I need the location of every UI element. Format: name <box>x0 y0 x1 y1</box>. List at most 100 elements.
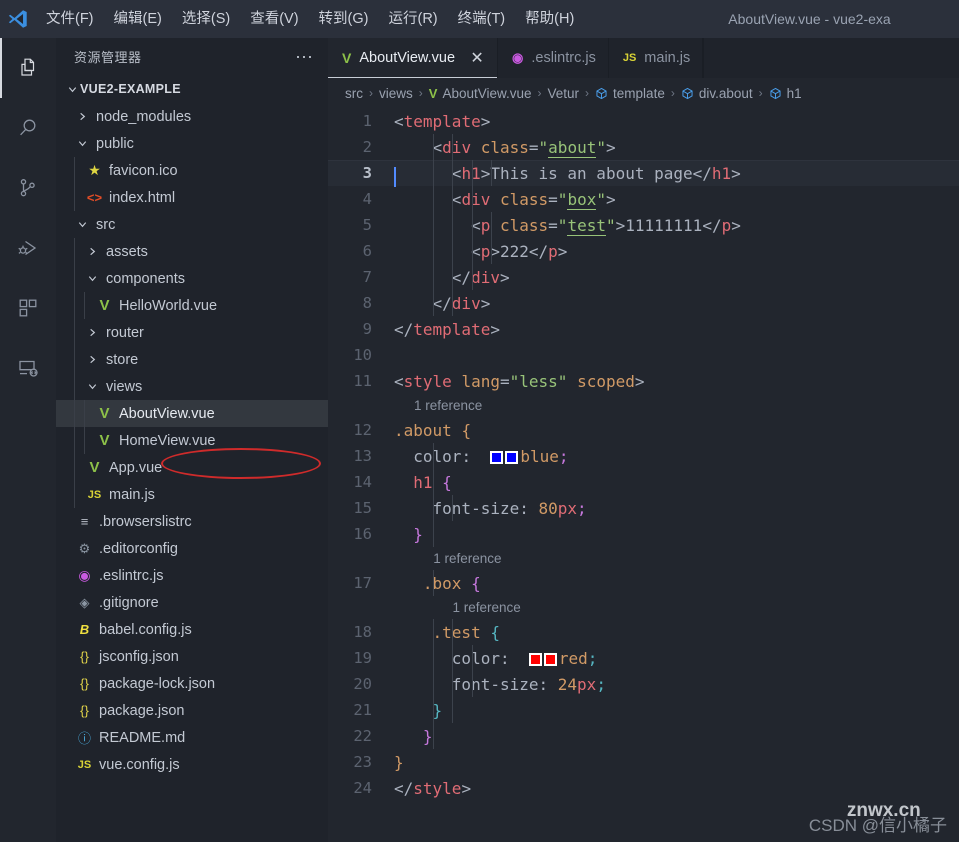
breadcrumb-item-div-about[interactable]: div.about <box>681 86 753 101</box>
menu-terminal[interactable]: 终端(T) <box>448 0 516 38</box>
menu-go[interactable]: 转到(G) <box>309 0 379 38</box>
breadcrumb-item-h1[interactable]: h1 <box>769 86 802 101</box>
code-line[interactable]: 8 </div> <box>328 290 959 316</box>
tree-item-readme-md[interactable]: ⓘ README.md <box>56 724 328 751</box>
tree-item-homeview-vue[interactable]: V HomeView.vue <box>56 427 328 454</box>
breadcrumb-item-views[interactable]: views <box>379 86 413 101</box>
vue-icon: V <box>99 405 110 422</box>
code-line[interactable]: 18 .test { <box>328 619 959 645</box>
chevron-down-icon <box>84 273 100 284</box>
breadcrumb-item-vetur[interactable]: Vetur <box>548 86 580 101</box>
line-number: 18 <box>353 623 372 641</box>
code-line[interactable]: 19 color: red; <box>328 645 959 671</box>
code-line[interactable]: 23} <box>328 749 959 775</box>
explorer-root-folder[interactable]: VUE2-EXAMPLE <box>56 75 328 103</box>
tree-item-helloworld-vue[interactable]: V HelloWorld.vue <box>56 292 328 319</box>
tree-item-label: public <box>96 135 134 152</box>
code-line[interactable]: 14 h1 { <box>328 469 959 495</box>
breadcrumb-item-file[interactable]: V AboutView.vue <box>429 86 532 101</box>
code-line[interactable]: 16 } <box>328 521 959 547</box>
tree-item-aboutview-vue[interactable]: V AboutView.vue <box>56 400 328 427</box>
indent-guide <box>490 238 492 264</box>
tree-item-gitignore[interactable]: ◈ .gitignore <box>56 589 328 616</box>
code-line[interactable]: 9 </template> <box>328 316 959 342</box>
code-line[interactable]: 11 <style lang="less" scoped> <box>328 368 959 394</box>
tree-item-editorconfig[interactable]: ⚙ .editorconfig <box>56 535 328 562</box>
code-content[interactable]: 1<template>2 <div class="about">3 <h1>Th… <box>328 108 959 842</box>
tree-item-label: babel.config.js <box>99 621 192 638</box>
tree-item-jsconfig-json[interactable]: {} jsconfig.json <box>56 643 328 670</box>
tree-item-index-html[interactable]: <> index.html <box>56 184 328 211</box>
code-line[interactable]: 10 <box>328 342 959 368</box>
activity-extensions-button[interactable] <box>0 278 56 338</box>
codelens-reference-link[interactable]: 1 reference <box>414 398 482 413</box>
activity-run-debug-button[interactable] <box>0 218 56 278</box>
code-line[interactable]: 4 <div class="box"> <box>328 186 959 212</box>
indent-guide <box>471 264 473 290</box>
tab-aboutview-vue[interactable]: V AboutView.vue ✕ <box>328 38 499 78</box>
menu-file[interactable]: 文件(F) <box>36 0 104 38</box>
ellipsis-icon[interactable]: ⋯ <box>295 48 314 66</box>
code-line[interactable]: 22 } <box>328 723 959 749</box>
code-line[interactable]: 7 </div> <box>328 264 959 290</box>
code-line[interactable]: 1 <template> <box>328 108 959 134</box>
tree-item-src[interactable]: src <box>56 211 328 238</box>
code-line[interactable]: 5 <p class="test">11111111</p> <box>328 212 959 238</box>
tree-item-public[interactable]: public <box>56 130 328 157</box>
indent-guide <box>84 427 85 454</box>
tree-item-label: favicon.ico <box>109 162 178 179</box>
tree-item-main-js[interactable]: JS main.js <box>56 481 328 508</box>
tree-item-router[interactable]: router <box>56 319 328 346</box>
tree-item-node-modules[interactable]: node_modules <box>56 103 328 130</box>
code-text: color: blue; <box>413 446 569 466</box>
menu-edit[interactable]: 编辑(E) <box>104 0 172 38</box>
code-line[interactable]: 20 font-size: 24px; <box>328 671 959 697</box>
code-line[interactable]: 13 color: blue; <box>328 443 959 469</box>
breadcrumb-separator: › <box>585 86 590 100</box>
activity-source-control-button[interactable] <box>0 158 56 218</box>
tree-item-browserslistrc[interactable]: ≡ .browserslistrc <box>56 508 328 535</box>
code-line[interactable]: 17 .box { <box>328 570 959 596</box>
chevron-right-icon <box>74 111 90 122</box>
activity-search-button[interactable] <box>0 98 56 158</box>
menu-bar[interactable]: 文件(F) 编辑(E) 选择(S) 查看(V) 转到(G) 运行(R) 终端(T… <box>36 0 584 38</box>
code-line[interactable]: 12 .about { <box>328 417 959 443</box>
activity-explorer-button[interactable] <box>0 38 56 98</box>
code-line[interactable]: 6 <p>222</p> <box>328 238 959 264</box>
code-line[interactable]: 2 <div class="about"> <box>328 134 959 160</box>
breadcrumb-separator: › <box>537 86 542 100</box>
tree-item-store[interactable]: store <box>56 346 328 373</box>
explorer-root-label: VUE2-EXAMPLE <box>80 82 181 96</box>
codelens-reference-link[interactable]: 1 reference <box>452 600 520 615</box>
close-icon[interactable]: ✕ <box>469 48 485 68</box>
tree-item-package-json[interactable]: {} package.json <box>56 697 328 724</box>
tree-item-assets[interactable]: assets <box>56 238 328 265</box>
tree-item-views[interactable]: views <box>56 373 328 400</box>
codelens-reference-link[interactable]: 1 reference <box>433 551 501 566</box>
code-line[interactable]: 24 </style> <box>328 775 959 801</box>
tree-item-app-vue[interactable]: V App.vue <box>56 454 328 481</box>
menu-selection[interactable]: 选择(S) <box>172 0 240 38</box>
tab-main-js[interactable]: JS main.js <box>608 38 704 78</box>
breadcrumb-item-template[interactable]: template <box>595 86 665 101</box>
tree-item-vue-config-js[interactable]: JS vue.config.js <box>56 751 328 778</box>
indent-guide <box>471 645 473 671</box>
tree-item-eslintrc-js[interactable]: ◉ .eslintrc.js <box>56 562 328 589</box>
menu-run[interactable]: 运行(R) <box>378 0 447 38</box>
indent-guide <box>74 481 75 508</box>
breadcrumb-item-src[interactable]: src <box>345 86 363 101</box>
eslint-icon: ◉ <box>512 50 524 65</box>
menu-view[interactable]: 查看(V) <box>240 0 308 38</box>
tree-item-components[interactable]: components <box>56 265 328 292</box>
indent-guide <box>433 160 435 186</box>
code-line[interactable]: 21 } <box>328 697 959 723</box>
code-line[interactable]: 3 <h1>This is an about page</h1> <box>328 160 959 187</box>
tree-item-babel-config-js[interactable]: Bbabel.config.js <box>56 616 328 643</box>
indent-guide <box>74 265 75 292</box>
code-line[interactable]: 15 font-size: 80px; <box>328 495 959 521</box>
menu-help[interactable]: 帮助(H) <box>515 0 584 38</box>
activity-remote-explorer-button[interactable] <box>0 338 56 398</box>
tree-item-favicon-ico[interactable]: ★ favicon.ico <box>56 157 328 184</box>
tree-item-package-lock-json[interactable]: {} package-lock.json <box>56 670 328 697</box>
tab-eslintrc-js[interactable]: ◉ .eslintrc.js <box>498 38 609 78</box>
